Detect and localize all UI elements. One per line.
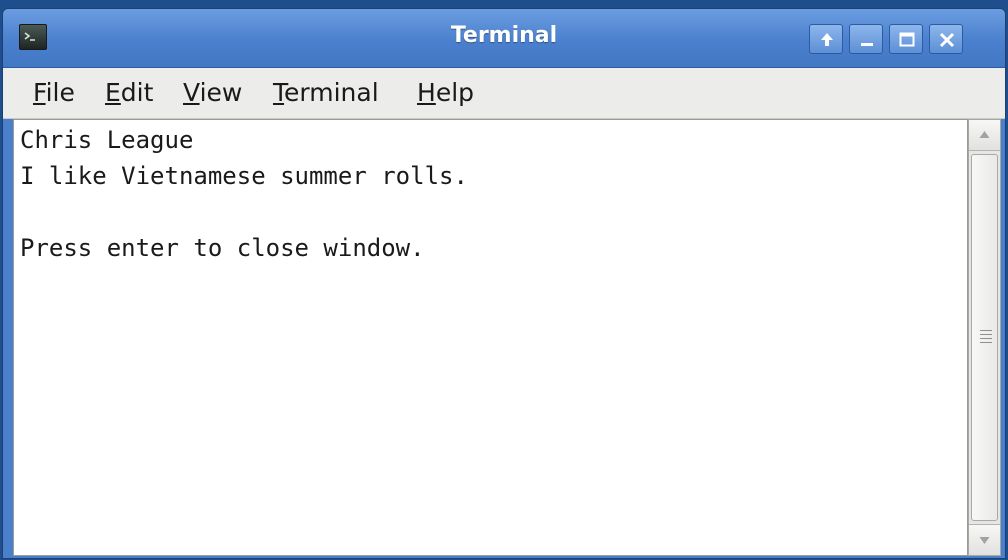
menu-file-mnemonic: F [33, 78, 46, 107]
menu-edit-mnemonic: E [105, 78, 121, 107]
menu-file-label: ile [45, 78, 75, 107]
menu-view-label: iew [199, 78, 243, 107]
minimize-icon [861, 43, 873, 46]
menu-help-mnemonic: H [417, 78, 436, 107]
terminal-line: Press enter to close window. [20, 234, 425, 262]
menu-help-label: elp [435, 78, 475, 107]
menu-terminal-label: erminal [284, 78, 379, 107]
menu-help[interactable]: Help [417, 78, 474, 107]
keep-above-icon [821, 33, 833, 46]
scroll-up-button[interactable] [969, 120, 1000, 151]
terminal-icon[interactable] [19, 24, 47, 50]
menu-bar: File Edit View Terminal Help [3, 68, 1005, 119]
minimize-button[interactable] [849, 24, 883, 54]
grip-line [980, 329, 992, 331]
terminal-line: I like Vietnamese summer rolls. [20, 162, 468, 190]
close-icon [939, 32, 955, 48]
grip-line [980, 341, 992, 343]
title-bar[interactable]: Terminal [3, 9, 1005, 68]
arrow-down-icon [979, 537, 990, 544]
window-title: Terminal [450, 23, 558, 48]
maximize-button[interactable] [889, 24, 923, 54]
maximize-icon [899, 32, 915, 47]
scroll-down-button[interactable] [969, 524, 1000, 555]
vertical-scrollbar[interactable] [968, 119, 1001, 556]
scrollbar-thumb[interactable] [971, 154, 998, 521]
menu-view-mnemonic: V [183, 78, 200, 107]
menu-edit-label: dit [120, 78, 154, 107]
grip-line [980, 337, 992, 339]
menu-terminal-mnemonic: T [273, 78, 285, 107]
terminal-output[interactable]: Chris League I like Vietnamese summer ro… [13, 119, 968, 556]
menu-terminal[interactable]: Terminal [273, 78, 379, 107]
menu-edit[interactable]: Edit [105, 78, 153, 107]
terminal-window: Terminal File Edit View Terminal Help Ch… [2, 8, 1006, 559]
menu-view[interactable]: View [183, 78, 242, 107]
grip-line [980, 333, 992, 335]
keep-above-button[interactable] [809, 24, 843, 54]
menu-file[interactable]: File [33, 78, 75, 107]
arrow-up-icon [979, 131, 990, 138]
close-button[interactable] [929, 24, 963, 54]
terminal-line: Chris League [20, 126, 194, 154]
